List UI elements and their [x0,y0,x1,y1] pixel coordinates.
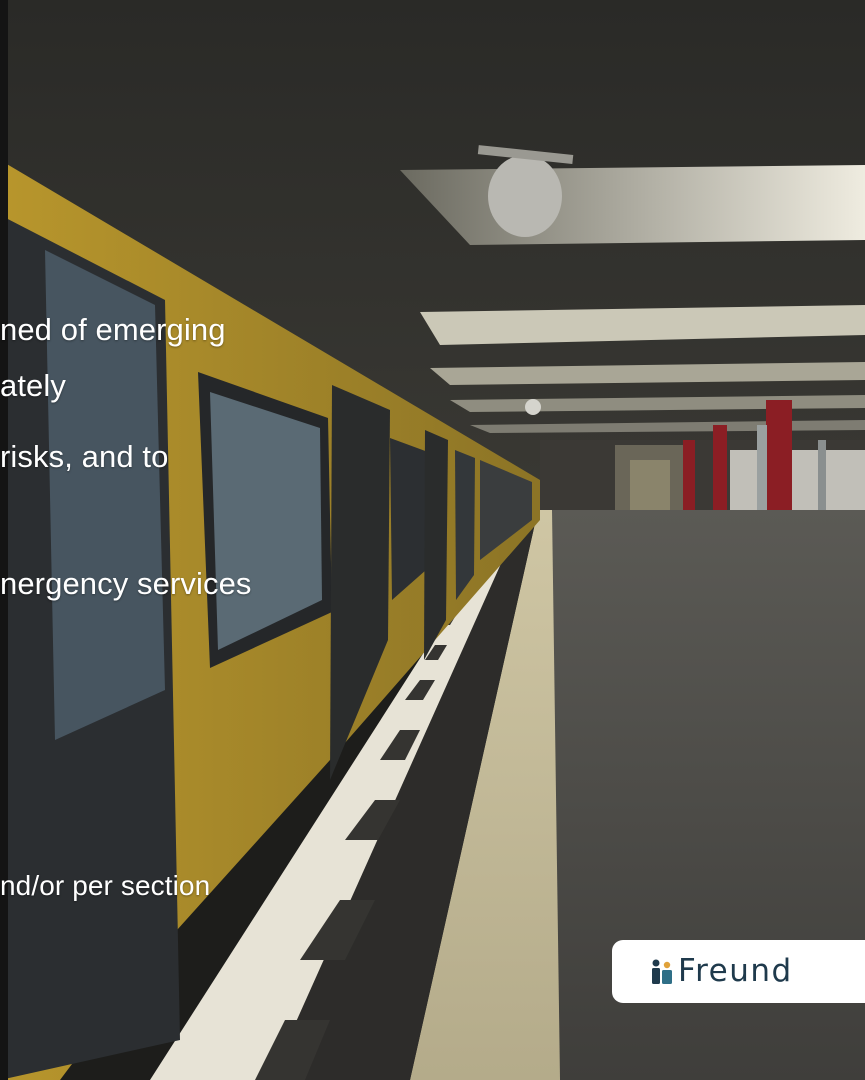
caption-line-1: ned of emerging [0,312,226,347]
left-edge-strip [0,0,8,1080]
caption-line-3: risks, and to [0,439,169,474]
freund-logo-text: Freund [678,953,793,989]
ceiling-light [400,165,865,245]
kiosk-poster [630,460,670,515]
caption-line-5: nd/or per section [0,870,211,901]
security-camera [525,399,541,415]
ceiling-lamp [488,155,562,237]
subway-platform-photo [0,0,865,1080]
caption-line-2: ately [0,368,66,403]
caption-line-4: nergency services [0,566,252,601]
train-window [455,450,475,600]
freund-logo-badge: Freund [612,940,865,1003]
freund-logo-mark-icon [652,959,672,984]
